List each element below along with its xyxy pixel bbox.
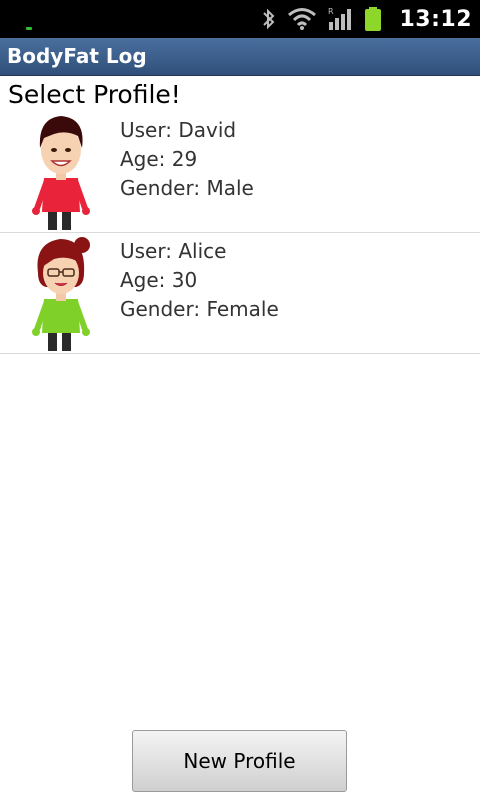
profile-details: User: Alice Age: 30 Gender: Female <box>120 237 279 324</box>
profile-gender: Gender: Male <box>120 176 254 200</box>
status-bar: R 13:12 <box>0 0 480 38</box>
profile-age: Age: 30 <box>120 268 198 292</box>
profile-user: User: Alice <box>120 239 227 263</box>
profile-list-item[interactable]: User: Alice Age: 30 Gender: Female <box>0 233 480 354</box>
profile-list-item[interactable]: User: David Age: 29 Gender: Male <box>0 112 480 233</box>
notification-dot <box>26 27 32 30</box>
profile-user: User: David <box>120 118 237 142</box>
profile-details: User: David Age: 29 Gender: Male <box>120 116 254 203</box>
battery-icon <box>363 6 383 32</box>
roaming-label: R <box>328 7 334 16</box>
bluetooth-icon <box>261 7 277 31</box>
profile-age: Age: 29 <box>120 147 198 171</box>
app-title-bar: BodyFat Log <box>0 38 480 76</box>
status-icons: R 13:12 <box>261 0 472 38</box>
profile-gender: Gender: Female <box>120 297 279 321</box>
avatar <box>26 112 96 233</box>
new-profile-button[interactable]: New Profile <box>132 730 347 792</box>
app-title: BodyFat Log <box>7 44 147 68</box>
page-title: Select Profile! <box>8 80 181 109</box>
avatar <box>26 233 96 354</box>
signal-icon: R <box>327 6 353 32</box>
status-time: 13:12 <box>399 6 472 32</box>
profile-list: User: David Age: 29 Gender: Male User: A… <box>0 112 480 354</box>
wifi-icon <box>287 7 317 31</box>
